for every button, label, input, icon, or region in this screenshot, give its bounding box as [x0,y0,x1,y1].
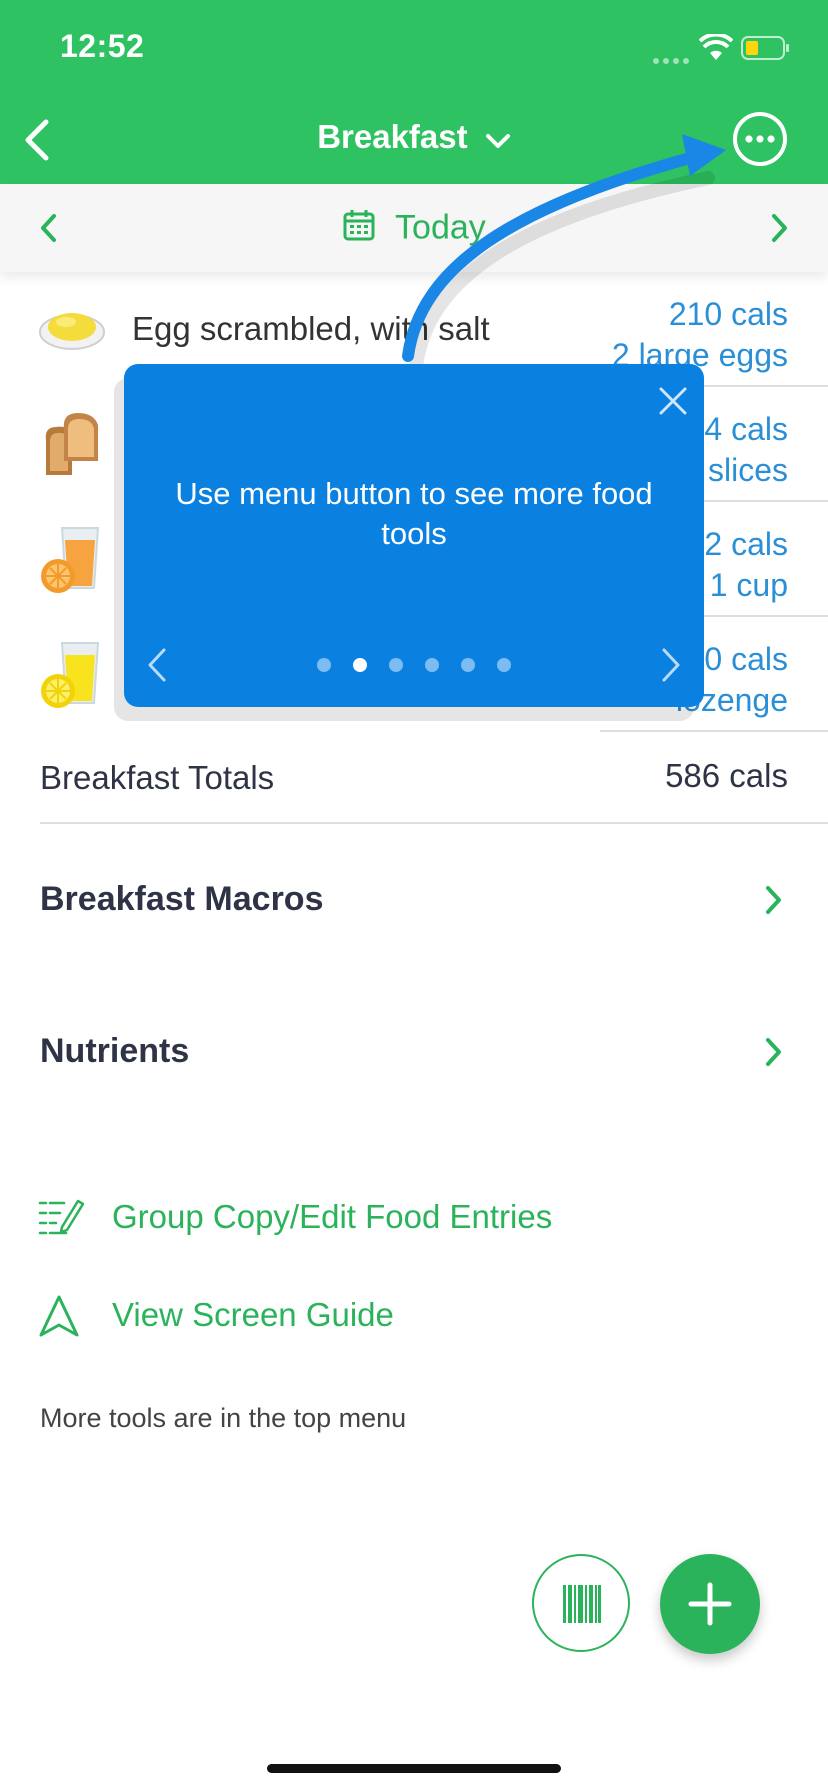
home-indicator [267,1764,561,1773]
macros-label: Breakfast Macros [40,880,324,918]
calendar-icon [342,208,376,251]
chevron-right-icon [762,1036,784,1068]
divider [600,730,828,732]
chevron-right-icon [762,884,784,916]
edit-list-icon [38,1197,85,1237]
tip-pointer-arrow [390,128,740,373]
tip-next-button[interactable] [658,646,684,684]
plus-icon [688,1582,732,1626]
tip-message: Use menu button to see more food tools [175,476,653,551]
nutrients-label: Nutrients [40,1032,190,1070]
toast-icon [42,411,104,477]
screen-guide-link[interactable]: View Screen Guide [0,1290,460,1342]
serving-size: slices [707,452,788,488]
status-time: 12:52 [60,28,145,64]
next-day-button[interactable] [768,212,790,244]
add-food-button[interactable] [660,1554,760,1654]
totals-value: 586 cals [665,757,788,794]
tip-previous-button[interactable] [144,646,170,684]
group-copy-link[interactable]: Group Copy/Edit Food Entries [0,1192,620,1244]
nutrients-row[interactable]: Nutrients [0,1012,828,1092]
wifi-icon [698,32,734,62]
previous-day-button[interactable] [38,212,60,244]
divider [40,822,828,824]
lemonade-icon [40,639,104,709]
page-dot[interactable] [317,658,331,672]
page-dot[interactable] [461,658,475,672]
barcode-icon [563,1585,601,1623]
navigation-arrow-icon [38,1294,80,1338]
food-calories: 4 cals slices [704,409,788,491]
more-menu-button[interactable] [732,111,788,167]
signal-icon [652,52,692,64]
totals-label: Breakfast Totals [40,759,275,796]
orange-juice-icon [40,524,104,594]
page-dot[interactable] [497,658,511,672]
screen-guide-label: View Screen Guide [112,1296,394,1333]
scrambled-egg-icon [38,298,106,354]
food-calories: 2 cals 1 cup [704,524,788,606]
barcode-scan-button[interactable] [532,1554,630,1652]
group-copy-label: Group Copy/Edit Food Entries [112,1198,553,1235]
page-dot-active[interactable] [353,658,367,672]
page-dot[interactable] [425,658,439,672]
tools-note: More tools are in the top menu [40,1403,407,1433]
tip-popover: Use menu button to see more food tools [124,364,704,707]
page-dot[interactable] [389,658,403,672]
battery-icon [741,36,791,62]
calories-value: 2 cals [704,526,788,562]
macros-row[interactable]: Breakfast Macros [0,860,828,940]
close-icon[interactable] [658,386,688,416]
serving-size: 1 cup [709,567,788,603]
calories-value: 4 cals [704,411,788,447]
